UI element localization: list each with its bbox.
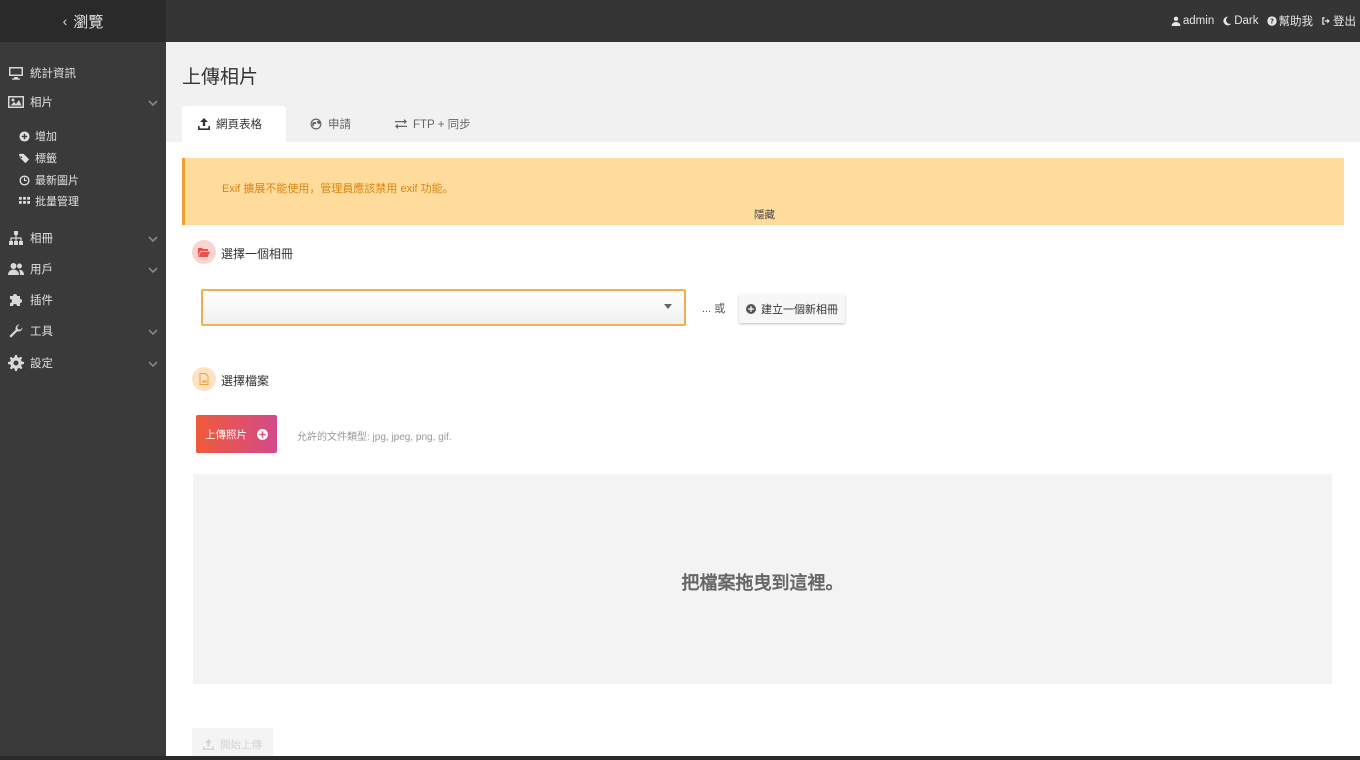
- sidebar-item-photos[interactable]: 相片: [0, 90, 166, 114]
- sidebar-item-settings[interactable]: 設定: [0, 351, 166, 375]
- sidebar-item-users[interactable]: 用戶: [0, 257, 166, 281]
- logout-label: 登出: [1333, 16, 1356, 28]
- page-header: 上傳相片 網頁表格 申請 FTP + 同步: [166, 42, 1360, 142]
- dropzone-text: 把檔案拖曳到這裡。: [681, 573, 844, 593]
- file-dropzone[interactable]: 把檔案拖曳到這裡。: [193, 474, 1332, 684]
- album-select[interactable]: [201, 289, 686, 326]
- chevron-down-icon: [148, 326, 158, 336]
- chevron-down-icon: [148, 233, 158, 243]
- sidebar-item-label: 統計資訊: [30, 68, 76, 80]
- main-content: 上傳相片 網頁表格 申請 FTP + 同步 Exif 擴展不能使用，管理員應該禁…: [166, 42, 1360, 760]
- exif-warning-alert: Exif 擴展不能使用，管理員應該禁用 exif 功能。 隱藏: [182, 158, 1344, 225]
- caret-down-icon: [664, 304, 672, 309]
- sidebar-item-label: 設定: [30, 358, 53, 370]
- wrench-icon: [8, 323, 24, 339]
- back-label: 瀏覽: [73, 13, 104, 31]
- svg-text:?: ?: [1270, 18, 1274, 26]
- upload-icon: [203, 738, 214, 750]
- sidebar-item-albums[interactable]: 相冊: [0, 226, 166, 250]
- sign-out-icon: [1322, 17, 1330, 25]
- top-bar: ‹ 瀏覽 admin Dark ? 幫助我 登出: [0, 0, 1360, 42]
- sidebar-subitem-recent[interactable]: 最新圖片: [0, 170, 166, 190]
- chevron-down-icon: [148, 264, 158, 274]
- back-to-gallery-link[interactable]: ‹ 瀏覽: [0, 0, 166, 42]
- grid-icon: [19, 196, 30, 207]
- select-files-heading: 選擇檔案: [221, 374, 270, 388]
- window-bottom-edge: [0, 756, 1360, 760]
- tab-label: FTP + 同步: [413, 119, 471, 131]
- monitor-icon: [8, 65, 24, 81]
- sidebar: 統計資訊 相片 增加 標籤 最新圖片 批量管理 相冊 用戶 插件 工具 設定: [0, 42, 166, 760]
- allowed-file-types: 允許的文件類型: jpg, jpeg, png, gif.: [297, 432, 452, 443]
- sitemap-icon: [8, 230, 24, 246]
- plus-circle-icon: [19, 130, 30, 142]
- puzzle-icon: [8, 292, 24, 308]
- tab-web-form[interactable]: 網頁表格: [182, 106, 286, 142]
- file-image-icon: [192, 367, 216, 391]
- select-album-heading: 選擇一個相冊: [221, 247, 294, 261]
- sidebar-item-label: 插件: [30, 295, 53, 307]
- plus-circle-icon: [257, 428, 268, 440]
- sidebar-subitem-tags[interactable]: 標籤: [0, 148, 166, 168]
- logout-link[interactable]: 登出: [1321, 13, 1356, 29]
- globe-icon: [310, 118, 322, 130]
- theme-label: Dark: [1234, 15, 1259, 27]
- sidebar-item-stats[interactable]: 統計資訊: [0, 61, 166, 85]
- users-icon: [8, 261, 24, 277]
- sidebar-item-label: 相冊: [30, 233, 53, 245]
- sidebar-item-label: 用戶: [30, 264, 53, 276]
- create-album-label: 建立一個新相冊: [761, 303, 838, 316]
- help-link[interactable]: ? 幫助我: [1266, 13, 1314, 29]
- sidebar-item-plugins[interactable]: 插件: [0, 288, 166, 312]
- moon-icon: [1223, 16, 1232, 26]
- sidebar-item-label: 工具: [30, 326, 53, 338]
- top-right-menu: admin Dark ? 幫助我 登出: [1171, 0, 1356, 42]
- image-icon: [8, 94, 24, 110]
- sidebar-subitem-label: 最新圖片: [35, 175, 79, 187]
- question-circle-icon: ?: [1266, 16, 1277, 26]
- hide-warning-link[interactable]: 隱藏: [185, 207, 1344, 222]
- start-upload-label: 開始上傳: [220, 738, 262, 751]
- tab-application[interactable]: 申請: [294, 106, 367, 142]
- folder-open-icon: [192, 240, 216, 264]
- sidebar-item-label: 相片: [30, 97, 53, 109]
- create-album-button[interactable]: 建立一個新相冊: [739, 294, 845, 323]
- warning-message: Exif 擴展不能使用，管理員應該禁用 exif 功能。: [222, 183, 454, 195]
- upload-photos-label: 上傳照片: [205, 428, 247, 441]
- tab-ftp-sync[interactable]: FTP + 同步: [379, 106, 487, 142]
- clock-icon: [19, 174, 30, 186]
- upload-icon: [198, 118, 210, 130]
- chevron-left-icon: ‹: [62, 13, 68, 29]
- page-title: 上傳相片: [182, 67, 259, 88]
- gear-icon: [8, 355, 24, 371]
- chevron-down-icon: [148, 358, 158, 368]
- chevron-down-icon: [148, 97, 158, 107]
- sidebar-item-tools[interactable]: 工具: [0, 319, 166, 343]
- theme-toggle[interactable]: Dark: [1222, 15, 1259, 27]
- tab-label: 申請: [328, 119, 351, 131]
- sidebar-subitem-add[interactable]: 增加: [0, 126, 166, 146]
- plus-circle-icon: [746, 303, 756, 314]
- tags-icon: [19, 153, 30, 164]
- user-icon: [1171, 16, 1181, 26]
- sidebar-subitem-label: 批量管理: [35, 196, 79, 208]
- or-text: ... 或: [702, 303, 726, 315]
- user-link[interactable]: admin: [1171, 15, 1214, 27]
- tab-label: 網頁表格: [216, 119, 262, 131]
- sidebar-subitem-batch[interactable]: 批量管理: [0, 191, 166, 211]
- help-label: 幫助我: [1278, 16, 1314, 28]
- exchange-icon: [395, 119, 407, 129]
- upload-photos-button[interactable]: 上傳照片: [196, 415, 277, 453]
- sidebar-subitem-label: 增加: [35, 131, 57, 143]
- user-name: admin: [1182, 15, 1215, 27]
- sidebar-subitem-label: 標籤: [35, 153, 57, 165]
